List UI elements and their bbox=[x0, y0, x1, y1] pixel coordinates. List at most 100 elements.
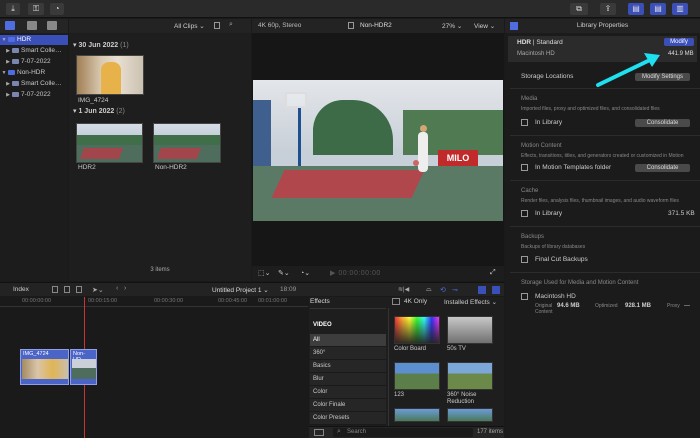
modify-button[interactable]: Modify bbox=[664, 38, 694, 46]
backups-location-icon bbox=[521, 256, 528, 263]
filter-label: All Clips bbox=[174, 23, 198, 30]
search-icon[interactable]: ⌕ bbox=[229, 21, 233, 29]
proxy-size: — bbox=[684, 303, 690, 309]
format-label: 4K 60p, Stereo bbox=[258, 22, 302, 29]
effect-thumbnail[interactable] bbox=[447, 408, 493, 422]
index-button[interactable]: Index bbox=[13, 286, 29, 293]
transform-icon[interactable]: ⬚⌄ bbox=[258, 269, 270, 277]
clip-thumbnail[interactable] bbox=[76, 123, 143, 163]
item-label: Smart Colle… bbox=[21, 47, 62, 54]
cache-location-icon bbox=[521, 210, 528, 217]
project-dropdown[interactable]: Untitled Project 1 ⌄ bbox=[212, 286, 269, 294]
view-dropdown[interactable]: View ⌄ bbox=[474, 22, 495, 30]
solo-icon[interactable]: ⟲ bbox=[440, 286, 446, 294]
date-group-header[interactable]: ▾ 1 Jun 2022 (2) bbox=[73, 107, 125, 115]
append-icon[interactable] bbox=[52, 286, 58, 293]
clip-filter-dropdown[interactable]: All Clips ⌄ bbox=[174, 22, 205, 30]
fullscreen-icon[interactable]: ⤢ bbox=[490, 269, 496, 277]
enhance-icon[interactable]: ✎⌄ bbox=[278, 269, 290, 277]
trees bbox=[77, 135, 142, 145]
event-hdr[interactable]: ▶ 7-07-2022 bbox=[0, 57, 68, 67]
backups-desc: Backups of library databases bbox=[521, 244, 586, 250]
select-tool-icon[interactable]: ➤⌄ bbox=[92, 286, 104, 294]
effect-category[interactable]: Color Finale bbox=[310, 399, 386, 412]
volume-size: 441.9 MB bbox=[668, 51, 694, 57]
clip-name: HDR2 bbox=[78, 164, 96, 171]
effect-thumbnail[interactable] bbox=[394, 408, 440, 422]
timeline-toggle-icon[interactable]: ▤ bbox=[650, 3, 666, 15]
4k-only-toggle[interactable]: 4K Only bbox=[404, 298, 427, 305]
workspace-icon[interactable]: ⧉ bbox=[570, 3, 588, 15]
effect-category[interactable]: Color Presets bbox=[310, 412, 386, 425]
browser-header: All Clips ⌄ ⌕ bbox=[69, 19, 251, 33]
effect-thumbnail[interactable] bbox=[394, 316, 440, 344]
cache-size: 371.5 KB bbox=[668, 210, 695, 217]
date-group-header[interactable]: ▾ 30 Jun 2022 (1) bbox=[73, 41, 129, 49]
smart-collections-non-hdr[interactable]: ▶ Smart Colle… bbox=[0, 79, 68, 89]
overwrite-icon[interactable] bbox=[76, 286, 82, 293]
speed-icon[interactable]: ◔⌄ bbox=[300, 269, 310, 277]
project-name: Untitled Project 1 bbox=[212, 287, 262, 294]
effects-browser-icon[interactable] bbox=[492, 286, 500, 294]
share-icon[interactable]: ⇪ bbox=[600, 3, 616, 15]
search-field[interactable]: ⌕ Search bbox=[333, 428, 473, 437]
timeline-clip[interactable]: IMG_4724 bbox=[20, 349, 69, 385]
clip-thumbnail[interactable] bbox=[153, 123, 221, 163]
libraries-tab-icon[interactable] bbox=[5, 21, 15, 30]
back-icon[interactable]: ‹ bbox=[116, 285, 118, 292]
snapping-icon[interactable]: ⊸ bbox=[452, 286, 458, 294]
effect-thumbnail[interactable] bbox=[394, 362, 440, 390]
view-label: View bbox=[474, 23, 488, 30]
timecode-display[interactable]: ▶ 00:00:00:00 bbox=[330, 269, 381, 277]
storage-locations-label: Storage Locations bbox=[521, 73, 574, 80]
keywords-icon[interactable]: ⚿ bbox=[28, 3, 44, 15]
smart-collections-hdr[interactable]: ▶ Smart Colle… bbox=[0, 46, 68, 56]
inspector-toggle-icon[interactable]: ▥ bbox=[672, 3, 688, 15]
divider bbox=[510, 88, 700, 89]
video-frame[interactable]: MILO bbox=[253, 80, 503, 221]
timeline-clip[interactable]: Non-HD… bbox=[70, 349, 97, 385]
group-count: (2) bbox=[116, 108, 125, 115]
sidebar-icon[interactable] bbox=[314, 429, 324, 436]
effects-title: Effects bbox=[310, 298, 330, 305]
library-hdr[interactable]: ▼ HDR bbox=[0, 35, 68, 45]
zoom-dropdown[interactable]: 27% ⌄ bbox=[442, 22, 462, 30]
browser-toggle-icon[interactable]: ▤ bbox=[628, 3, 644, 15]
sidebar-toggle-icon[interactable] bbox=[392, 298, 400, 305]
effect-category[interactable]: All bbox=[310, 334, 386, 347]
search-placeholder: Search bbox=[347, 429, 367, 435]
insert-icon[interactable] bbox=[64, 286, 70, 293]
forward-icon[interactable]: › bbox=[124, 285, 126, 292]
sign-logo: MILO bbox=[438, 150, 478, 166]
headphones-icon[interactable]: ⌓ bbox=[426, 286, 432, 294]
clip-appearance-icon[interactable] bbox=[478, 286, 486, 294]
consolidate-motion-button[interactable]: Consolidate bbox=[635, 164, 690, 172]
import-icon[interactable]: ⤓ bbox=[6, 3, 20, 15]
library-label: HDR bbox=[17, 36, 32, 43]
clip-appearance-icon[interactable] bbox=[214, 22, 220, 29]
effect-category[interactable]: 360° bbox=[310, 347, 386, 360]
effect-category[interactable]: Blur bbox=[310, 373, 386, 386]
inspector-header: Library Properties bbox=[505, 19, 700, 33]
audio-skim-icon[interactable]: ≋|◀ bbox=[398, 286, 409, 293]
storage-used-title: Storage Used for Media and Motion Conten… bbox=[521, 280, 639, 286]
effect-thumbnail[interactable] bbox=[447, 362, 493, 390]
ruler-tick: 00:00:15:00 bbox=[88, 298, 118, 304]
viewer-controls: ⬚⌄ ✎⌄ ◔⌄ ▶ 00:00:00:00 ⤢ bbox=[252, 266, 504, 281]
item-label: 7-07-2022 bbox=[21, 58, 51, 65]
installed-effects-dropdown[interactable]: Installed Effects ⌄ bbox=[444, 298, 497, 306]
backboard bbox=[285, 92, 307, 108]
effect-category[interactable]: Color bbox=[310, 386, 386, 399]
clip-thumbnail[interactable] bbox=[76, 55, 144, 95]
effect-thumbnail[interactable] bbox=[447, 316, 493, 344]
effect-category[interactable]: Basics bbox=[310, 360, 386, 373]
consolidate-media-button[interactable]: Consolidate bbox=[635, 119, 690, 127]
photos-tab-icon[interactable] bbox=[27, 21, 37, 30]
viewer-panel: 4K 60p, Stereo Non-HDR2 27% ⌄ View ⌄ MIL… bbox=[252, 19, 504, 281]
event-non-hdr[interactable]: ▶ 7-07-2022 bbox=[0, 90, 68, 100]
titles-tab-icon[interactable] bbox=[47, 21, 57, 30]
modify-settings-button[interactable]: Modify Settings bbox=[635, 73, 690, 81]
background-tasks-icon[interactable]: ◔ bbox=[50, 3, 64, 15]
proxy-label: Proxy bbox=[667, 303, 680, 309]
library-non-hdr[interactable]: ▼ Non-HDR bbox=[0, 68, 68, 78]
